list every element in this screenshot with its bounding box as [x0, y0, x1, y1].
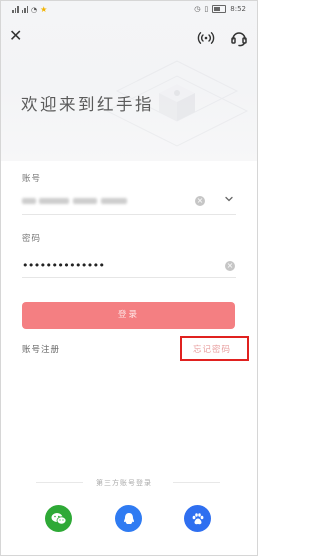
account-label: 账号 — [22, 174, 42, 184]
login-button[interactable]: 登录 — [22, 302, 235, 329]
chevron-down-icon[interactable] — [224, 194, 234, 204]
battery-icon — [212, 5, 227, 13]
account-input-value[interactable] — [22, 196, 128, 206]
password-label: 密码 — [22, 234, 42, 244]
clear-icon[interactable]: × — [195, 196, 205, 206]
highlight-box — [180, 336, 249, 361]
welcome-title: 欢迎来到红手指 — [21, 95, 154, 114]
notification-icon: ★ — [40, 5, 48, 14]
baidu-login-button[interactable] — [184, 505, 211, 532]
qq-login-button[interactable] — [115, 505, 142, 532]
customer-service-icon[interactable] — [229, 28, 249, 48]
divider-right — [173, 482, 220, 483]
account-underline — [22, 214, 236, 215]
nfc-icon[interactable] — [197, 29, 215, 47]
status-bar: ◔ ★ ◷ ▯ 8:52 — [1, 1, 257, 19]
password-underline — [22, 277, 236, 278]
divider-left — [36, 482, 83, 483]
status-time: 8:52 — [230, 5, 246, 13]
password-input-value[interactable]: •••••••••••••• — [22, 259, 105, 272]
signal-icon — [21, 6, 28, 13]
header-background — [1, 1, 257, 161]
third-party-title: 第三方账号登录 — [96, 479, 152, 487]
status-left: ◔ ★ — [12, 5, 47, 14]
qq-icon — [123, 512, 134, 524]
wifi-icon: ◔ — [31, 5, 38, 14]
close-icon[interactable]: ✕ — [9, 28, 25, 44]
signal-icon — [12, 6, 19, 13]
wechat-icon — [51, 512, 66, 525]
clear-icon[interactable]: × — [225, 261, 235, 271]
status-right: ◷ ▯ 8:52 — [194, 5, 246, 13]
vibrate-icon: ▯ — [204, 5, 209, 13]
baidu-icon — [192, 512, 203, 524]
register-link[interactable]: 账号注册 — [22, 343, 60, 355]
wechat-login-button[interactable] — [45, 505, 72, 532]
alarm-icon: ◷ — [194, 5, 201, 13]
